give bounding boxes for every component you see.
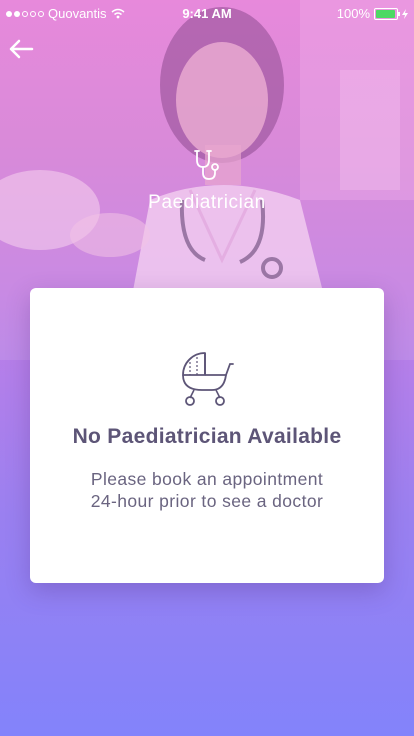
stethoscope-icon [194, 150, 219, 180]
empty-state-message-line2: 24-hour prior to see a doctor [90, 491, 324, 511]
empty-state-message-line1: Please book an appointment [90, 469, 324, 489]
specialty-title: Paediatrician [148, 192, 266, 213]
empty-state-card: No Paediatrician Available Please book a… [30, 288, 384, 583]
battery-percent: 100% [336, 6, 370, 21]
empty-state-message: Please book an appointment 24-hour prior… [30, 468, 384, 512]
status-right: 100% [337, 6, 408, 21]
battery-icon [374, 7, 400, 20]
charging-icon [402, 8, 408, 19]
back-arrow-icon[interactable] [8, 38, 34, 60]
empty-state-title: No Paediatrician Available [72, 425, 342, 448]
baby-stroller-icon [182, 352, 234, 406]
status-bar: Quovantis 9:41 AM 100% [0, 0, 414, 26]
